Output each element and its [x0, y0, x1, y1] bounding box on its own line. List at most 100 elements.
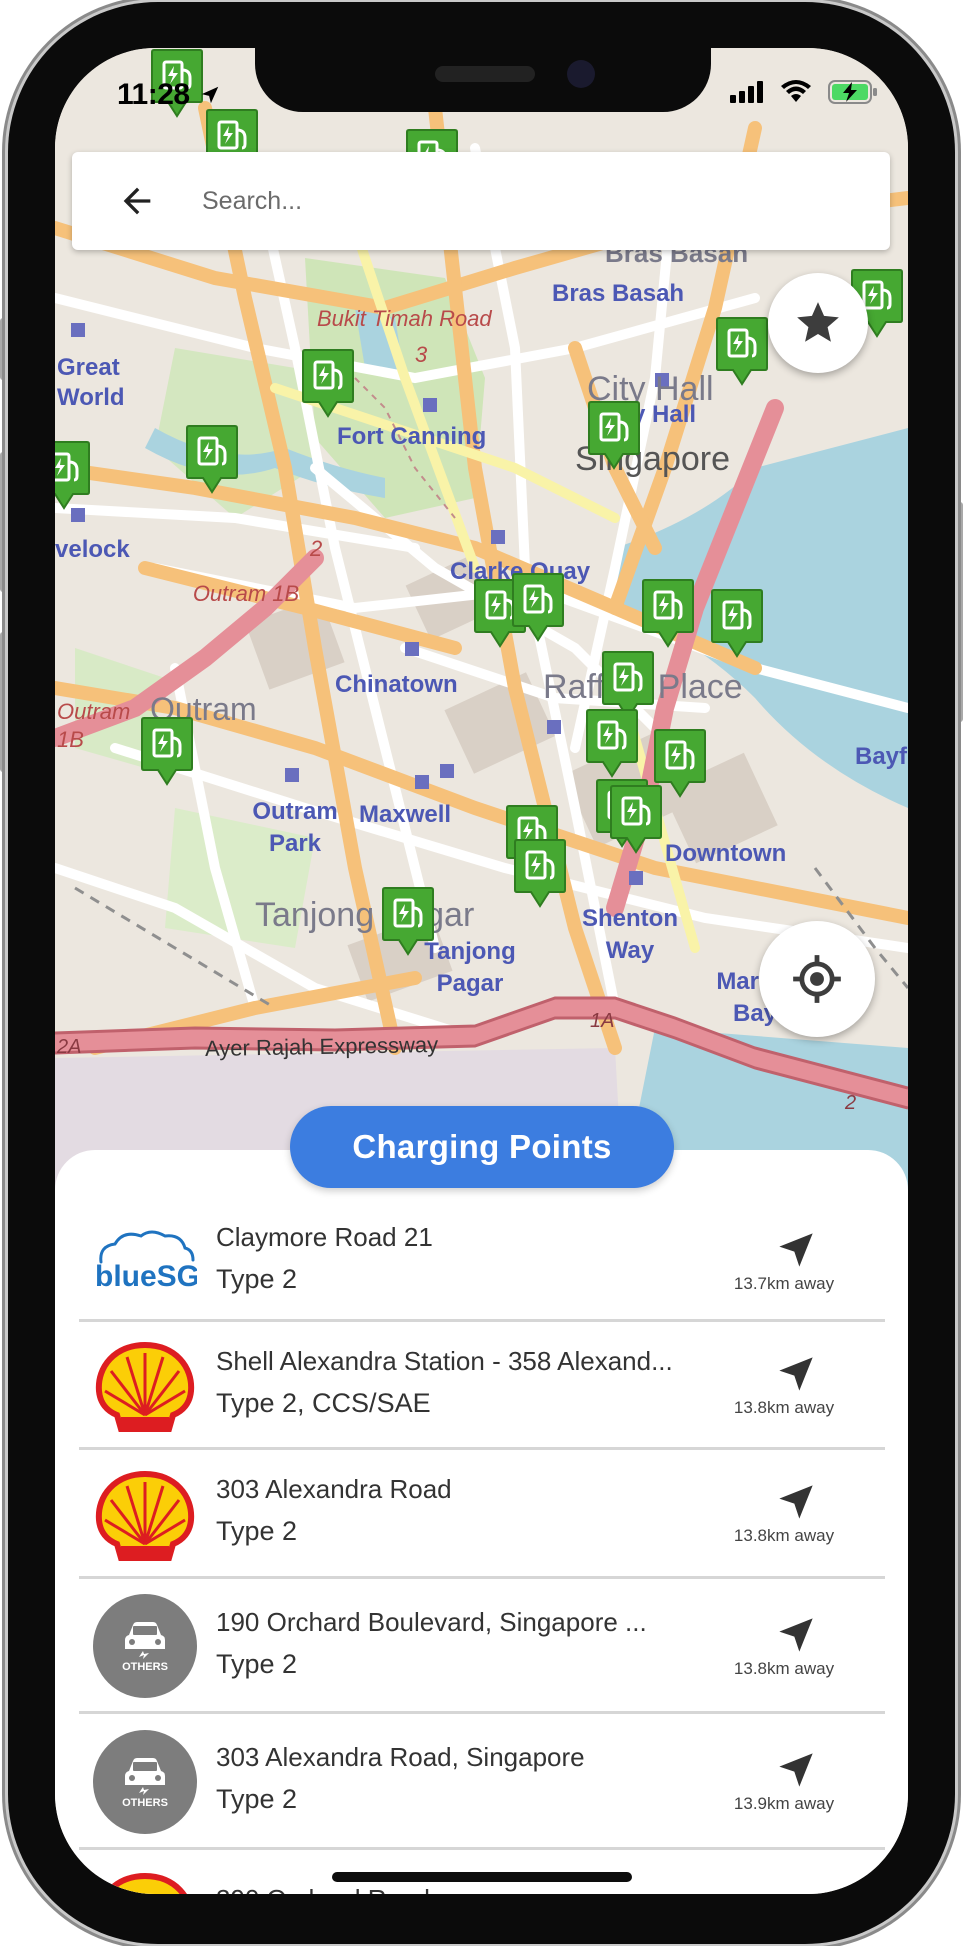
navigate-icon[interactable]	[776, 1482, 816, 1522]
notch	[255, 48, 711, 112]
charging-points-list[interactable]: blueSG Claymore Road 21 Type 2 13.7km aw…	[79, 1198, 885, 1894]
crosshair-icon	[793, 955, 841, 1003]
others-text: OTHERS	[122, 1661, 168, 1673]
station-name: 303 Alexandra Road	[216, 1474, 452, 1504]
back-arrow-icon	[123, 187, 151, 215]
map-label: 2A	[57, 1036, 82, 1058]
location-arrow-icon	[202, 86, 219, 104]
map-label: 1A	[590, 1010, 615, 1032]
charging-station-marker[interactable]	[381, 886, 435, 956]
distance-label: 13.8km away	[733, 1526, 835, 1545]
station-name: 190 Orchard Boulevard, Singapore ...	[216, 1607, 647, 1637]
others-logo: OTHERS	[93, 1594, 197, 1698]
station-name: 390 Orchard Road	[216, 1884, 430, 1894]
status-time: 11:28	[117, 78, 221, 112]
navigate-icon[interactable]	[776, 1615, 816, 1655]
search-bar	[72, 152, 890, 250]
others-text: OTHERS	[122, 1797, 168, 1809]
charging-station-marker[interactable]	[609, 784, 663, 854]
phone-screen: Bras Basah Bras Basah Bukit Timah Road 3…	[55, 48, 908, 1894]
navigate-icon[interactable]	[776, 1354, 816, 1394]
map-label: 3	[415, 342, 428, 367]
map-label: Ayer Rajah Expressway	[204, 1031, 439, 1062]
map-label: Fort Canning	[337, 423, 487, 450]
shell-logo	[93, 1335, 197, 1439]
connector-type: Type 2	[216, 1264, 298, 1294]
shell-pecten-icon	[95, 1341, 195, 1432]
shell-pecten-icon	[103, 1872, 187, 1894]
list-item[interactable]: Shell Alexandra Station - 358 Alexand...…	[79, 1322, 885, 1450]
charging-station-marker[interactable]	[55, 440, 91, 510]
volume-up-button	[0, 452, 8, 592]
connector-type: Type 2	[216, 1516, 298, 1546]
charging-points-button[interactable]: Charging Points	[290, 1106, 674, 1188]
volume-down-button	[0, 632, 8, 772]
silent-switch	[0, 318, 8, 380]
charging-station-marker[interactable]	[641, 578, 695, 648]
station-name: Shell Alexandra Station - 358 Alexand...	[216, 1346, 673, 1376]
shell-logo	[93, 1866, 197, 1894]
shell-logo	[93, 1464, 197, 1568]
distance-label: 13.9km away	[733, 1794, 835, 1813]
distance-label: 13.8km away	[733, 1398, 835, 1417]
map-label: Chinatown	[335, 671, 458, 698]
list-item[interactable]: blueSG Claymore Road 21 Type 2 13.7km aw…	[79, 1198, 885, 1322]
charging-station-marker[interactable]	[585, 708, 639, 778]
distance-label: 13.7km away	[733, 1274, 835, 1293]
connector-type: Type 2	[216, 1649, 298, 1679]
navigate-icon[interactable]	[776, 1230, 816, 1270]
shell-pecten-icon	[95, 1470, 195, 1561]
search-input[interactable]	[202, 186, 802, 216]
charging-station-marker[interactable]	[587, 400, 641, 470]
bluesg-logo: blueSG	[93, 1208, 197, 1312]
my-location-button[interactable]	[759, 921, 875, 1037]
list-item[interactable]: OTHERS 303 Alexandra Road, Singapore Typ…	[79, 1714, 885, 1850]
map-label: Outram Park	[252, 798, 338, 857]
charging-station-marker[interactable]	[513, 838, 567, 908]
charging-station-marker[interactable]	[140, 716, 194, 786]
cellular-signal-icon	[730, 81, 763, 103]
car-icon	[125, 1622, 165, 1659]
map-label: Outram 1B	[57, 699, 131, 752]
station-name: Claymore Road 21	[216, 1222, 433, 1252]
favorites-button[interactable]	[768, 273, 868, 373]
others-logo: OTHERS	[93, 1730, 197, 1834]
bluesg-cloud-icon: blueSG	[95, 1230, 197, 1292]
star-icon	[797, 302, 839, 342]
time-text: 11:28	[117, 78, 190, 111]
charging-station-marker[interactable]	[710, 588, 764, 658]
map-label: Bras Basah	[552, 280, 685, 307]
map-label: 2	[310, 536, 323, 561]
station-name: 303 Alexandra Road, Singapore	[216, 1742, 585, 1772]
list-item[interactable]: OTHERS 190 Orchard Boulevard, Singapore …	[79, 1579, 885, 1714]
speaker	[435, 66, 535, 82]
map-label: Bukit Timah Road	[317, 306, 492, 331]
connector-type: Type 2	[216, 1784, 298, 1814]
map-label: Maxwell	[359, 801, 452, 828]
map-label: Great World	[57, 354, 125, 411]
navigate-icon[interactable]	[776, 1750, 816, 1790]
list-item[interactable]: 303 Alexandra Road Type 2 13.8km away	[79, 1450, 885, 1579]
map-label: velock	[55, 536, 130, 563]
connector-type: Type 2, CCS/SAE	[216, 1388, 431, 1418]
power-button	[955, 502, 963, 722]
charging-station-marker[interactable]	[511, 572, 565, 642]
map-label: 2	[845, 1092, 857, 1114]
map-label: Shenton Way	[582, 905, 678, 964]
map-label: Outram 1B	[192, 581, 300, 606]
status-icons	[730, 80, 878, 104]
charging-station-marker[interactable]	[715, 316, 769, 386]
battery-charging-icon	[828, 80, 877, 104]
front-camera	[567, 60, 595, 88]
home-indicator	[332, 1872, 632, 1882]
charging-station-marker[interactable]	[185, 424, 239, 494]
map-label: Downtown	[665, 840, 787, 867]
map-label: Tanjong Pagar	[255, 896, 475, 934]
charging-station-marker[interactable]	[301, 348, 355, 418]
back-button[interactable]	[72, 152, 202, 250]
distance-label: 13.8km away	[733, 1659, 835, 1678]
wifi-icon	[781, 80, 811, 102]
car-icon	[125, 1758, 165, 1795]
bluesg-wordmark: blueSG	[95, 1260, 197, 1292]
map-label: Bayfront	[855, 743, 908, 770]
